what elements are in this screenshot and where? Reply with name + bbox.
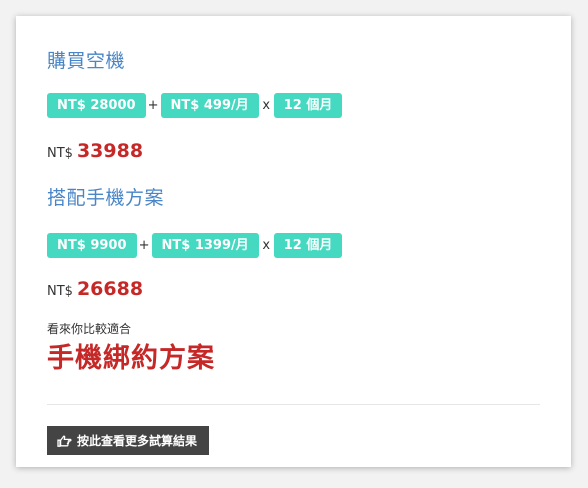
recommendation-result: 手機綁約方案 bbox=[47, 343, 215, 374]
more-results-button[interactable]: 按此查看更多試算結果 bbox=[47, 426, 210, 455]
months-tag: 12 個月 bbox=[273, 233, 343, 258]
monthly-fee-tag: NT$ 1399/月 bbox=[151, 233, 259, 258]
currency-label: NT$ bbox=[47, 146, 73, 161]
times-operator: x bbox=[262, 98, 271, 113]
more-results-label: 按此查看更多試算結果 bbox=[77, 434, 198, 448]
total-amount: 33988 bbox=[76, 140, 144, 162]
plus-operator: + bbox=[147, 98, 159, 113]
device-price-tag: NT$ 28000 bbox=[47, 93, 146, 118]
divider bbox=[47, 404, 540, 405]
device-price-tag: NT$ 9900 bbox=[47, 233, 137, 258]
plus-operator: + bbox=[138, 238, 150, 253]
purchase-total: NT$ 33988 bbox=[47, 140, 143, 162]
currency-label: NT$ bbox=[47, 284, 73, 299]
purchase-formula: NT$ 28000 + NT$ 499/月 x 12 個月 bbox=[47, 93, 343, 118]
months-tag: 12 個月 bbox=[273, 93, 343, 118]
times-operator: x bbox=[262, 238, 271, 253]
contract-total: NT$ 26688 bbox=[47, 278, 143, 300]
purchase-section-title: 購買空機 bbox=[47, 50, 126, 72]
recommendation-hint: 看來你比較適合 bbox=[47, 322, 132, 336]
total-amount: 26688 bbox=[76, 278, 144, 300]
hand-pointing-icon bbox=[57, 435, 72, 447]
result-card: 購買空機 NT$ 28000 + NT$ 499/月 x 12 個月 NT$ 3… bbox=[16, 16, 571, 467]
contract-section-title: 搭配手機方案 bbox=[47, 187, 165, 209]
monthly-fee-tag: NT$ 499/月 bbox=[160, 93, 259, 118]
contract-formula: NT$ 9900 + NT$ 1399/月 x 12 個月 bbox=[47, 233, 343, 258]
